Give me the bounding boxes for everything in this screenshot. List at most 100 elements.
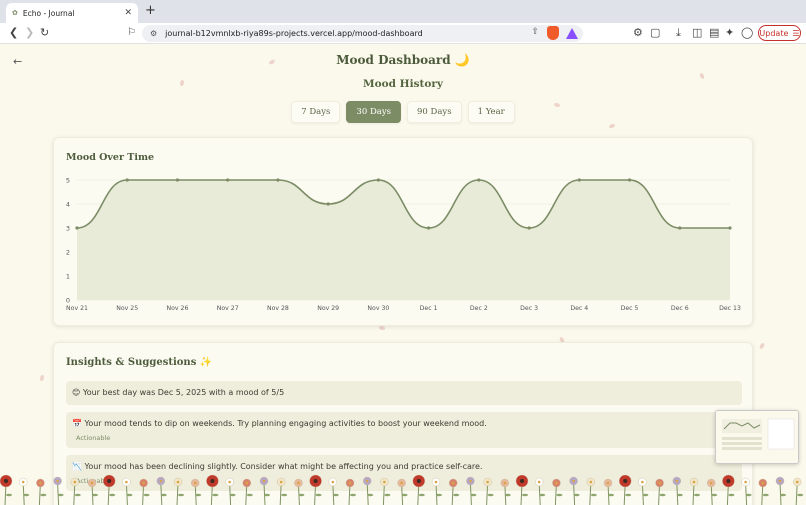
range-90-days-button[interactable]: 90 Days bbox=[407, 101, 462, 123]
flower-decoration bbox=[190, 478, 202, 505]
flower-decoration bbox=[535, 477, 546, 505]
flower-decoration bbox=[259, 476, 270, 505]
page-title: Mood Dashboard 🌙 bbox=[336, 53, 470, 67]
flower-decoration bbox=[0, 474, 13, 505]
insight-item: 📅 Your mood tends to dip on weekends. Tr… bbox=[66, 412, 742, 448]
x-tick-label: Nov 28 bbox=[267, 305, 289, 312]
leo-ai-icon[interactable]: ✦ bbox=[725, 26, 734, 40]
sidebar-icon[interactable]: ◫ bbox=[692, 26, 702, 40]
flower-decoration bbox=[500, 478, 511, 505]
mood-data-point bbox=[175, 178, 180, 182]
flower-decoration bbox=[139, 478, 150, 505]
media-icon[interactable]: ▢ bbox=[650, 26, 660, 40]
tab-close-icon[interactable]: ✕ bbox=[124, 8, 132, 18]
mood-data-point bbox=[678, 226, 682, 230]
flower-decoration bbox=[483, 477, 494, 505]
flower-decoration bbox=[655, 478, 666, 505]
flower-decoration bbox=[309, 474, 322, 505]
flower-decoration bbox=[225, 477, 236, 505]
mood-area-fill bbox=[77, 180, 730, 300]
x-tick-label: Dec 1 bbox=[420, 305, 438, 312]
range-30-days-button[interactable]: 30 Days bbox=[346, 101, 401, 123]
petal-decoration bbox=[608, 122, 616, 130]
extensions-icon[interactable]: ⚙ bbox=[633, 26, 643, 40]
petal-decoration bbox=[39, 374, 45, 382]
chart-down-icon: 📉 bbox=[72, 462, 82, 471]
y-tick-label: 4 bbox=[66, 201, 70, 209]
flower-decoration bbox=[586, 477, 597, 505]
mood-data-point bbox=[728, 226, 732, 230]
brave-shields-icon[interactable] bbox=[547, 26, 559, 40]
y-tick-label: 2 bbox=[66, 249, 70, 257]
reload-icon[interactable]: ↻ bbox=[40, 26, 49, 40]
flower-decoration bbox=[569, 476, 580, 505]
back-arrow-icon[interactable]: ❮ bbox=[9, 26, 18, 40]
mood-data-point bbox=[577, 178, 581, 182]
flower-decoration bbox=[156, 476, 167, 505]
picture-in-picture-preview[interactable] bbox=[715, 410, 799, 464]
flower-decoration bbox=[36, 478, 47, 505]
insight-text: 😊 Your best day was Dec 5, 2025 with a m… bbox=[72, 388, 285, 397]
flower-decoration bbox=[603, 478, 614, 505]
flower-decoration bbox=[775, 476, 786, 505]
flower-decoration bbox=[412, 474, 425, 505]
browser-tab[interactable]: ✿ Echo - Journal ✕ bbox=[6, 3, 138, 23]
flower-decoration bbox=[19, 477, 30, 505]
x-tick-label: Nov 30 bbox=[367, 305, 389, 312]
flower-decoration bbox=[206, 474, 219, 505]
actionable-tag: Actionable bbox=[76, 434, 111, 442]
flower-decoration bbox=[638, 477, 649, 505]
flower-decoration bbox=[689, 477, 700, 505]
x-tick-label: Dec 2 bbox=[470, 305, 488, 312]
forward-arrow-icon[interactable]: ❯ bbox=[25, 26, 34, 40]
section-subtitle: Mood History bbox=[363, 78, 443, 90]
petal-decoration bbox=[759, 342, 765, 350]
y-tick-label: 1 bbox=[66, 273, 70, 281]
flower-decoration bbox=[242, 478, 253, 505]
mood-data-point bbox=[226, 178, 230, 182]
x-tick-label: Dec 6 bbox=[671, 305, 689, 312]
flower-decoration bbox=[87, 478, 98, 505]
flower-decoration bbox=[53, 476, 64, 505]
mood-chart-card: Mood Over Time 0 1 2 3 4 5 Nov 21 Nov 25 Nov 26 N… bbox=[53, 137, 753, 326]
mood-chart: 0 1 2 3 4 5 Nov 21 Nov 25 Nov 26 Nov 27 Nov 28 Nov … bbox=[66, 177, 741, 313]
tab-favicon-icon: ✿ bbox=[12, 9, 18, 17]
new-tab-icon[interactable]: + bbox=[145, 4, 156, 18]
range-1-year-button[interactable]: 1 Year bbox=[467, 101, 515, 123]
share-icon[interactable]: ⇧ bbox=[531, 27, 539, 37]
x-tick-label: Nov 27 bbox=[217, 305, 239, 312]
address-bar[interactable]: ⚙ journal-b12vmnlxb-riya89s-projects.ver… bbox=[142, 25, 583, 42]
mood-data-point bbox=[276, 178, 280, 182]
vpn-icon[interactable]: ◯ bbox=[741, 26, 753, 40]
mood-data-point bbox=[477, 178, 481, 182]
url-text: journal-b12vmnlxb-riya89s-projects.verce… bbox=[165, 29, 423, 38]
site-info-icon[interactable]: ⚙ bbox=[150, 29, 157, 38]
download-icon[interactable]: ⤓ bbox=[676, 26, 681, 40]
brave-rewards-icon[interactable] bbox=[566, 28, 578, 39]
flower-decoration bbox=[758, 478, 769, 505]
mood-data-point bbox=[125, 178, 129, 182]
flower-decoration bbox=[277, 477, 288, 505]
flower-decoration bbox=[363, 476, 374, 505]
page-content: ← Mood Dashboard 🌙 Mood History 7 Days 3… bbox=[0, 45, 806, 505]
menu-icon: ☰ bbox=[792, 28, 800, 38]
flower-decoration bbox=[515, 474, 529, 505]
flower-decoration bbox=[70, 477, 81, 505]
wallet-icon[interactable]: ▤ bbox=[709, 26, 719, 40]
flower-decoration bbox=[552, 478, 563, 505]
insights-title: Insights & Suggestions ✨ bbox=[66, 357, 213, 368]
x-tick-label: Nov 26 bbox=[167, 305, 189, 312]
flower-decoration bbox=[619, 474, 632, 505]
flower-decoration bbox=[431, 477, 442, 505]
mood-data-point bbox=[527, 226, 531, 230]
flower-decoration bbox=[707, 478, 718, 505]
flower-decoration bbox=[102, 474, 116, 505]
flower-decoration bbox=[722, 474, 735, 505]
range-7-days-button[interactable]: 7 Days bbox=[291, 101, 341, 123]
flower-decoration bbox=[672, 476, 683, 505]
x-tick-label: Dec 13 bbox=[719, 305, 741, 312]
y-tick-label: 0 bbox=[66, 297, 70, 305]
bookmark-icon[interactable]: ⚐ bbox=[127, 26, 136, 40]
y-tick-label: 5 bbox=[66, 177, 70, 185]
update-button[interactable]: Update ☰ bbox=[758, 25, 801, 41]
